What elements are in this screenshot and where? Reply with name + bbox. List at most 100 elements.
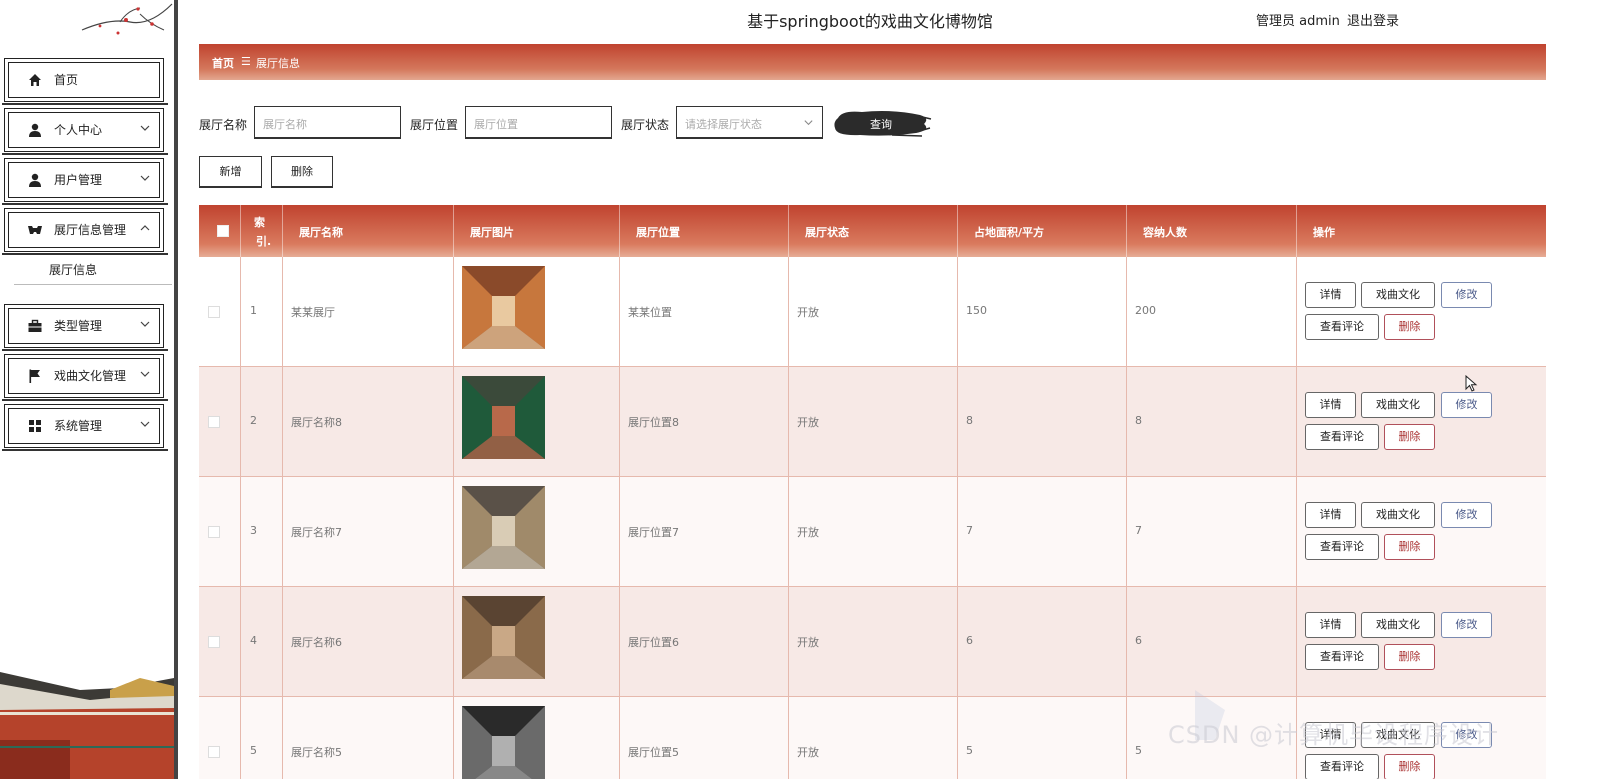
cell-hall-status: 开放: [797, 636, 819, 649]
opera-culture-button[interactable]: 戏曲文化: [1361, 612, 1435, 638]
sidebar-item-home[interactable]: 首页: [2, 58, 168, 105]
edit-button[interactable]: 修改: [1441, 612, 1492, 638]
sidebar-subitem-hall-info[interactable]: 展厅信息: [49, 261, 97, 278]
column-divider: [1126, 697, 1127, 779]
column-divider: [619, 697, 620, 779]
row-checkbox[interactable]: [208, 526, 220, 538]
edit-button[interactable]: 修改: [1441, 502, 1492, 528]
view-comments-button[interactable]: 查看评论: [1305, 314, 1379, 340]
opera-culture-button[interactable]: 戏曲文化: [1361, 282, 1435, 308]
detail-button[interactable]: 详情: [1305, 392, 1356, 418]
sidebar-item-opera-culture-management[interactable]: 戏曲文化管理: [2, 354, 168, 401]
hall-icon: [28, 226, 42, 234]
view-comments-button[interactable]: 查看评论: [1305, 424, 1379, 450]
cell-area: 7: [966, 524, 973, 537]
delete-row-button[interactable]: 删除: [1384, 644, 1435, 670]
column-divider: [240, 587, 241, 696]
hall-status-label: 展厅状态: [621, 118, 670, 132]
hall-name-input[interactable]: 展厅名称: [254, 106, 401, 139]
breadcrumb-home[interactable]: 首页: [212, 55, 234, 71]
cell-index: 1: [250, 304, 257, 317]
briefcase-icon: [28, 319, 42, 332]
delete-row-button[interactable]: 删除: [1384, 314, 1435, 340]
sidebar-item-system-management[interactable]: 系统管理: [2, 404, 168, 451]
hall-location-input[interactable]: 展厅位置: [465, 106, 612, 139]
mouse-cursor-icon: [1465, 375, 1478, 392]
delete-row-button[interactable]: 删除: [1384, 754, 1435, 779]
header-separator: [282, 205, 283, 257]
add-button[interactable]: 新增: [199, 156, 262, 188]
header-separator: [1296, 205, 1297, 257]
view-comments-button[interactable]: 查看评论: [1305, 534, 1379, 560]
cell-capacity: 5: [1135, 744, 1142, 757]
column-divider: [282, 587, 283, 696]
view-comments-button[interactable]: 查看评论: [1305, 644, 1379, 670]
breadcrumb: 首页 ☰ 展厅信息: [199, 44, 1546, 80]
hall-image: [462, 266, 545, 349]
opera-culture-button[interactable]: 戏曲文化: [1361, 502, 1435, 528]
sidebar-item-personal-center[interactable]: 个人中心: [2, 108, 168, 155]
column-divider: [1126, 367, 1127, 476]
cell-index: 5: [250, 744, 257, 757]
column-divider: [788, 697, 789, 779]
grid-icon: [29, 420, 41, 432]
column-divider: [453, 367, 454, 476]
header-separator: [453, 205, 454, 257]
column-divider: [1296, 587, 1297, 696]
hall-status-select-value: 请选择展厅状态: [685, 118, 762, 131]
column-divider: [1126, 477, 1127, 586]
detail-button[interactable]: 详情: [1305, 282, 1356, 308]
select-all-checkbox[interactable]: [217, 225, 229, 237]
delete-row-button[interactable]: 删除: [1384, 424, 1435, 450]
row-checkbox[interactable]: [208, 306, 220, 318]
cell-hall-location: 展厅位置5: [628, 746, 679, 759]
column-divider: [1296, 477, 1297, 586]
row-checkbox[interactable]: [208, 636, 220, 648]
column-divider: [453, 587, 454, 696]
delete-row-button[interactable]: 删除: [1384, 534, 1435, 560]
page-title: 基于springboot的戏曲文化博物馆: [747, 12, 993, 31]
delete-selected-button[interactable]: 删除: [271, 156, 333, 188]
column-divider: [282, 477, 283, 586]
sidebar-item-label: 首页: [54, 73, 79, 87]
row-checkbox[interactable]: [208, 416, 220, 428]
column-divider: [619, 587, 620, 696]
column-divider: [282, 697, 283, 779]
breadcrumb-separator-icon: ☰: [241, 55, 251, 68]
chevron-down-icon: [140, 371, 150, 377]
header-separator: [619, 205, 620, 257]
column-divider: [1296, 367, 1297, 476]
sidebar-item-user-management[interactable]: 用户管理: [2, 158, 168, 205]
column-divider: [619, 257, 620, 366]
edit-button[interactable]: 修改: [1441, 392, 1492, 418]
cell-capacity: 8: [1135, 414, 1142, 427]
cell-hall-name: 展厅名称7: [291, 526, 342, 539]
sidebar-item-type-management[interactable]: 类型管理: [2, 304, 168, 351]
hall-status-select[interactable]: 请选择展厅状态: [676, 106, 823, 139]
column-divider: [619, 367, 620, 476]
chevron-down-icon: [140, 175, 150, 181]
user-icon: [29, 173, 41, 187]
opera-culture-button[interactable]: 戏曲文化: [1361, 392, 1435, 418]
column-divider: [453, 257, 454, 366]
hall-image: [462, 596, 545, 679]
logout-link[interactable]: 退出登录: [1347, 10, 1399, 29]
sidebar-item-hall-management[interactable]: 展厅信息管理: [2, 208, 168, 255]
column-divider: [240, 697, 241, 779]
csdn-watermark: CSDN @计算机毕设程序设计: [1168, 721, 1500, 749]
detail-button[interactable]: 详情: [1305, 502, 1356, 528]
header-separator: [788, 205, 789, 257]
table-header: 索 引. 展厅名称 展厅图片 展厅位置 展厅状态 占地面积/平方 容纳人数 操作: [199, 205, 1546, 257]
flag-icon: [29, 369, 40, 383]
cell-area: 5: [966, 744, 973, 757]
cell-capacity: 6: [1135, 634, 1142, 647]
row-checkbox[interactable]: [208, 746, 220, 758]
cell-hall-name: 展厅名称5: [291, 746, 342, 759]
table-row: 4 展厅名称6 展厅位置6 开放 6 6 详情 戏曲文化 修改 查看评论 删除: [199, 587, 1546, 697]
header-separator: [957, 205, 958, 257]
detail-button[interactable]: 详情: [1305, 612, 1356, 638]
search-button[interactable]: 查询: [832, 106, 932, 140]
edit-button[interactable]: 修改: [1441, 282, 1492, 308]
hall-image: [462, 376, 545, 459]
view-comments-button[interactable]: 查看评论: [1305, 754, 1379, 779]
